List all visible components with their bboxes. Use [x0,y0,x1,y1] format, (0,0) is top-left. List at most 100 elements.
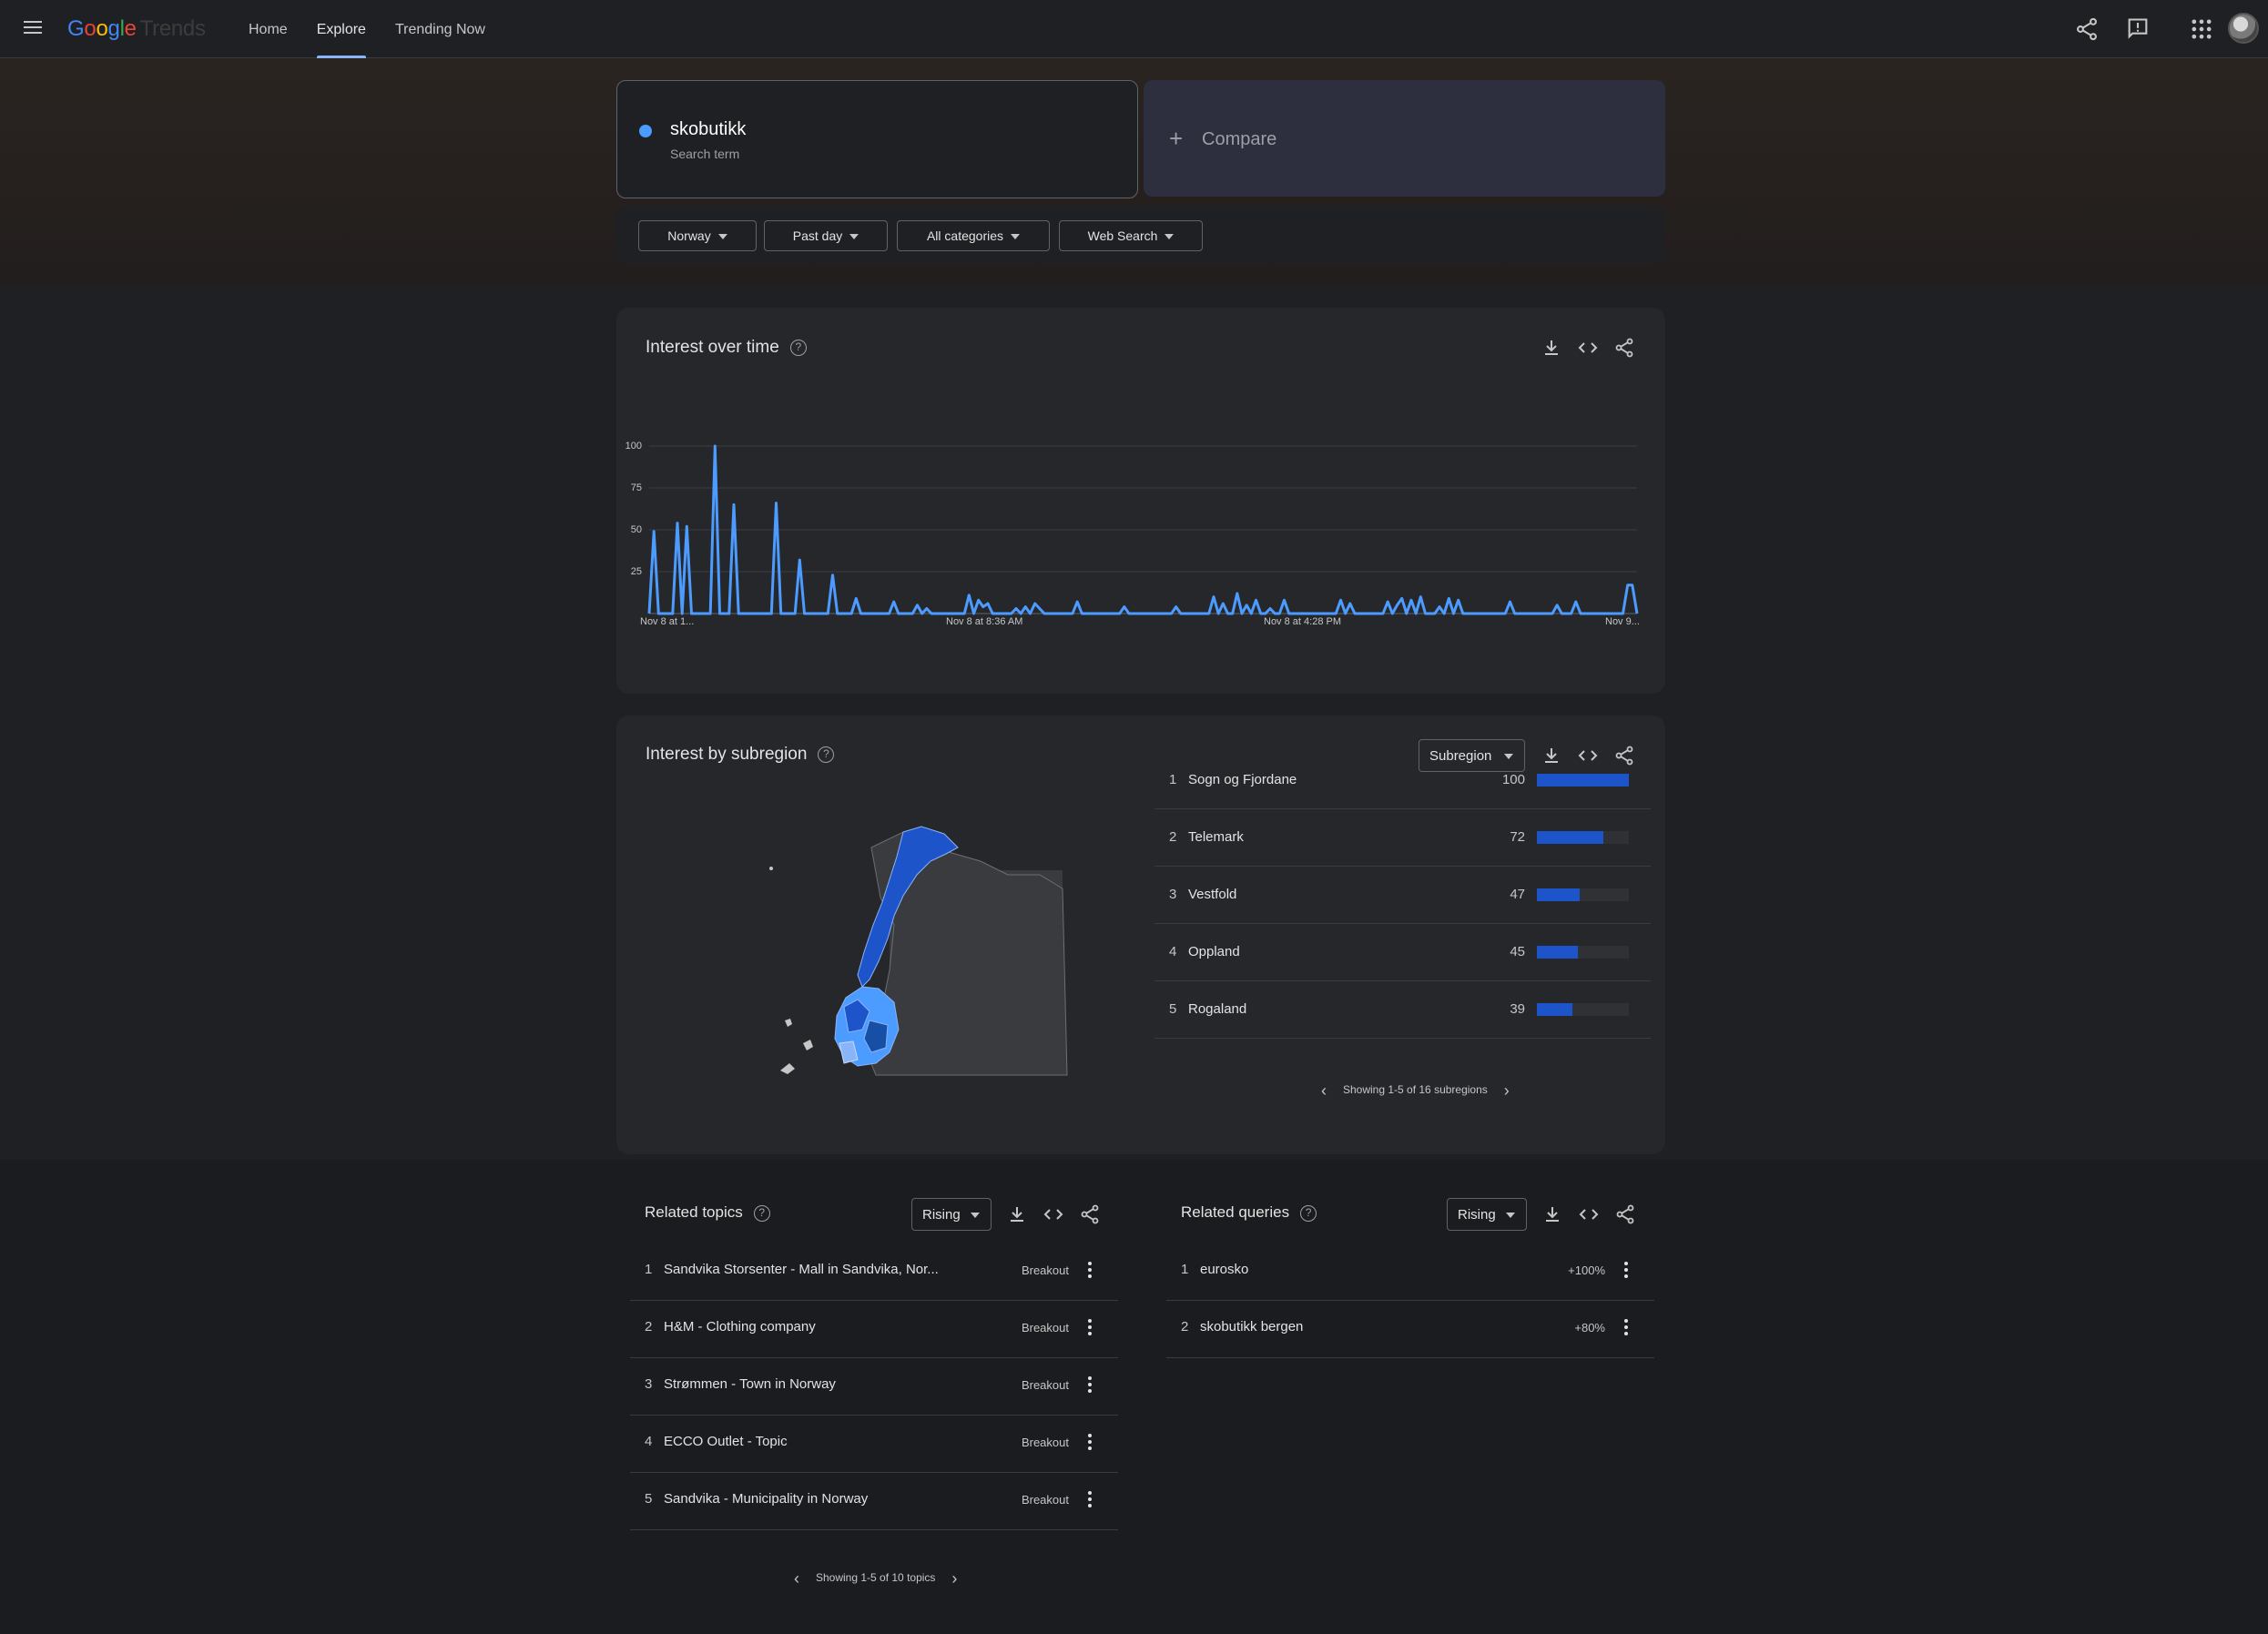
interest-by-subregion-card: Interest by subregion? Subregion 1 Sogn o… [616,716,1665,1154]
nav-explore[interactable]: Explore [316,0,367,58]
property-filter[interactable]: Web Search [1059,220,1203,251]
dropdown-caret-icon [1011,234,1021,240]
time-filter[interactable]: Past day [764,220,888,251]
value-bar [1537,946,1579,959]
search-term-card[interactable]: skobutikk Search term [616,80,1138,198]
download-icon[interactable] [1006,1203,1028,1225]
download-icon[interactable] [1541,1203,1563,1225]
related-topic-row[interactable]: 1 Sandvika Storsenter - Mall in Sandvika,… [630,1243,1118,1301]
topic-name[interactable]: H&M - Clothing company [664,1319,964,1335]
row-rank: 4 [645,1434,653,1449]
related-query-row[interactable]: 2 skobutikk bergen +80% [1166,1301,1654,1358]
interest-over-time-card: Interest over time? 100 75 50 25 Nov 8 a… [616,308,1665,694]
apps-icon[interactable] [2189,16,2214,42]
google-trends-logo[interactable]: Google Trends [67,16,206,42]
topic-name[interactable]: Strømmen - Town in Norway [664,1376,964,1392]
more-options-icon[interactable] [1087,1260,1093,1280]
subregion-value: 39 [1510,1001,1525,1017]
nav-home[interactable]: Home [249,0,288,58]
subregion-name: Rogaland [1188,1001,1247,1017]
value-bar-track [1537,831,1629,844]
more-options-icon[interactable] [1087,1489,1093,1509]
help-icon[interactable]: ? [1300,1204,1317,1222]
related-query-row[interactable]: 1 eurosko +100% [1166,1243,1654,1301]
nav-trending-now[interactable]: Trending Now [395,0,485,58]
topic-value: Breakout [1021,1321,1069,1335]
more-options-icon[interactable] [1087,1375,1093,1395]
value-bar [1537,774,1629,787]
value-bar-track [1537,888,1629,901]
related-queries-title: Related queries? [1181,1203,1317,1222]
map-svalbard [769,867,773,870]
subregion-pager: ‹ Showing 1-5 of 16 subregions › [1321,1081,1510,1100]
share-icon[interactable] [2074,16,2100,42]
row-rank: 1 [645,1262,653,1277]
query-value: +80% [1574,1321,1605,1335]
related-topics-dropdown[interactable]: Rising [911,1198,992,1231]
subregion-name: Vestfold [1188,887,1237,902]
embed-icon[interactable] [1042,1203,1064,1225]
value-bar-track [1537,774,1629,787]
search-term[interactable]: skobutikk [670,119,746,140]
related-topic-row[interactable]: 5 Sandvika - Municipality in Norway Breako… [630,1473,1118,1530]
value-bar-track [1537,1003,1629,1016]
dropdown-caret-icon [1506,1213,1515,1218]
compare-button[interactable]: + Compare [1144,80,1665,197]
related-queries-dropdown[interactable]: Rising [1447,1198,1527,1231]
dropdown-caret-icon [717,234,727,240]
account-avatar[interactable] [2228,13,2259,44]
help-icon[interactable]: ? [753,1204,770,1222]
category-filter[interactable]: All categories [897,220,1050,251]
x-tick-label: Nov 8 at 1... [640,616,695,627]
value-bar-track [1537,946,1629,959]
subregion-row[interactable]: 4 Oppland 45 [1154,924,1651,981]
row-rank: 2 [1181,1319,1189,1335]
region-filter[interactable]: Norway [638,220,757,251]
related-topic-row[interactable]: 4 ECCO Outlet - Topic Breakout [630,1416,1118,1473]
menu-icon[interactable] [22,18,44,40]
help-icon[interactable]: ? [818,746,835,763]
chevron-left-icon[interactable]: ‹ [1321,1082,1327,1099]
query-name[interactable]: eurosko [1200,1262,1500,1277]
related-topic-row[interactable]: 3 Strømmen - Town in Norway Breakout [630,1358,1118,1416]
subregion-row[interactable]: 3 Vestfold 47 [1154,867,1651,924]
subregion-value: 100 [1501,772,1525,787]
dropdown-caret-icon [849,234,859,240]
subregion-map[interactable] [707,825,1090,1080]
more-options-icon[interactable] [1623,1317,1629,1337]
related-topic-row[interactable]: 2 H&M - Clothing company Breakout [630,1301,1118,1358]
dropdown-caret-icon [971,1213,980,1218]
query-value: +100% [1568,1264,1605,1277]
subregion-row[interactable]: 1 Sogn og Fjordane 100 [1154,752,1651,809]
chevron-right-icon[interactable]: › [1504,1082,1510,1099]
chevron-left-icon[interactable]: ‹ [794,1570,799,1587]
share-icon[interactable] [1614,1203,1636,1225]
term-color-dot [639,125,652,137]
subregion-name: Sogn og Fjordane [1188,772,1297,787]
more-options-icon[interactable] [1087,1432,1093,1452]
topic-name[interactable]: Sandvika - Municipality in Norway [664,1491,964,1507]
main-nav: Home Explore Trending Now [249,0,514,58]
related-topics-panel: Related topics? Rising 1 Sandvika Storsen… [630,1198,1118,1620]
topic-value: Breakout [1021,1493,1069,1507]
topic-name[interactable]: Sandvika Storsenter - Mall in Sandvika, … [664,1262,964,1277]
subregion-row[interactable]: 5 Rogaland 39 [1154,981,1651,1039]
related-queries-panel: Related queries? Rising 1 eurosko +100% 2 sk… [1166,1198,1654,1384]
related-topics-pager: ‹ Showing 1-5 of 10 topics › [794,1568,958,1588]
dropdown-caret-icon [1165,234,1175,240]
more-options-icon[interactable] [1087,1317,1093,1337]
row-rank: 1 [1169,772,1177,787]
more-options-icon[interactable] [1623,1260,1629,1280]
embed-icon[interactable] [1578,1203,1600,1225]
plus-icon: + [1169,125,1184,152]
chevron-right-icon[interactable]: › [951,1570,957,1587]
query-name[interactable]: skobutikk bergen [1200,1319,1500,1335]
topic-name[interactable]: ECCO Outlet - Topic [664,1434,964,1449]
search-term-type: Search term [670,147,740,161]
subregion-row[interactable]: 2 Telemark 72 [1154,809,1651,867]
feedback-icon[interactable] [2125,16,2151,42]
row-rank: 3 [1169,887,1177,902]
share-icon[interactable] [1079,1203,1101,1225]
subregion-value: 45 [1510,944,1525,959]
row-rank: 2 [1169,829,1177,845]
